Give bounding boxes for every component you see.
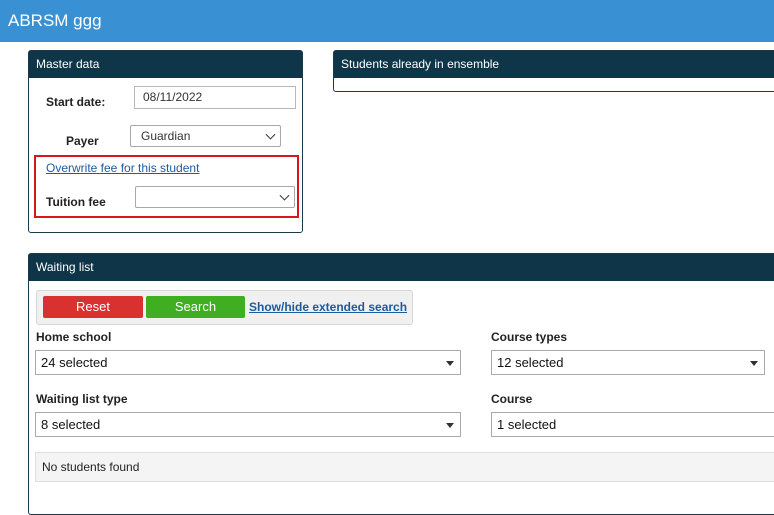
reset-button[interactable]: Reset <box>43 296 143 318</box>
waiting-list-type-value: 8 selected <box>41 417 101 432</box>
toggle-extended-search-link[interactable]: Show/hide extended search <box>249 300 407 314</box>
waiting-list-heading: Waiting list <box>29 254 774 281</box>
start-date-value: 08/11/2022 <box>143 90 203 104</box>
start-date-label: Start date: <box>46 95 106 109</box>
app-title-bar: ABRSM ggg <box>0 0 774 42</box>
course-types-value: 12 selected <box>497 355 564 370</box>
overwrite-fee-link[interactable]: Overwrite fee for this student <box>46 161 199 175</box>
chevron-down-icon <box>265 129 276 140</box>
reset-button-label: Reset <box>76 299 110 314</box>
course-types-select[interactable]: 12 selected <box>491 350 765 375</box>
course-select[interactable]: 1 selected <box>491 412 774 437</box>
payer-select[interactable]: Guardian <box>130 125 281 147</box>
chevron-down-icon <box>279 190 290 201</box>
empty-results-box: No students found <box>35 452 774 482</box>
tuition-fee-label: Tuition fee <box>46 195 106 209</box>
waiting-list-type-label: Waiting list type <box>36 392 128 406</box>
home-school-select[interactable]: 24 selected <box>35 350 461 375</box>
home-school-label: Home school <box>36 330 112 344</box>
search-button[interactable]: Search <box>146 296 245 318</box>
app-title: ABRSM ggg <box>8 11 102 30</box>
payer-label: Payer <box>66 134 99 148</box>
course-types-label: Course types <box>491 330 568 344</box>
waiting-list-type-select[interactable]: 8 selected <box>35 412 461 437</box>
caret-down-icon <box>446 361 454 366</box>
empty-results-message: No students found <box>42 460 140 474</box>
start-date-input[interactable]: 08/11/2022 <box>134 86 296 109</box>
caret-down-icon <box>750 361 758 366</box>
payer-value: Guardian <box>141 129 191 143</box>
caret-down-icon <box>446 423 454 428</box>
course-label: Course <box>491 392 533 406</box>
search-button-label: Search <box>174 299 217 314</box>
ensemble-heading: Students already in ensemble <box>334 51 774 78</box>
master-data-panel: Master data Start date: 08/11/2022 Payer… <box>28 50 303 233</box>
waiting-list-panel: Waiting list Reset Search Show/hide exte… <box>28 253 774 515</box>
course-value: 1 selected <box>497 417 557 432</box>
tuition-fee-select[interactable] <box>135 186 295 208</box>
master-data-heading: Master data <box>29 51 302 78</box>
ensemble-panel: Students already in ensemble <box>333 50 774 92</box>
home-school-value: 24 selected <box>41 355 108 370</box>
